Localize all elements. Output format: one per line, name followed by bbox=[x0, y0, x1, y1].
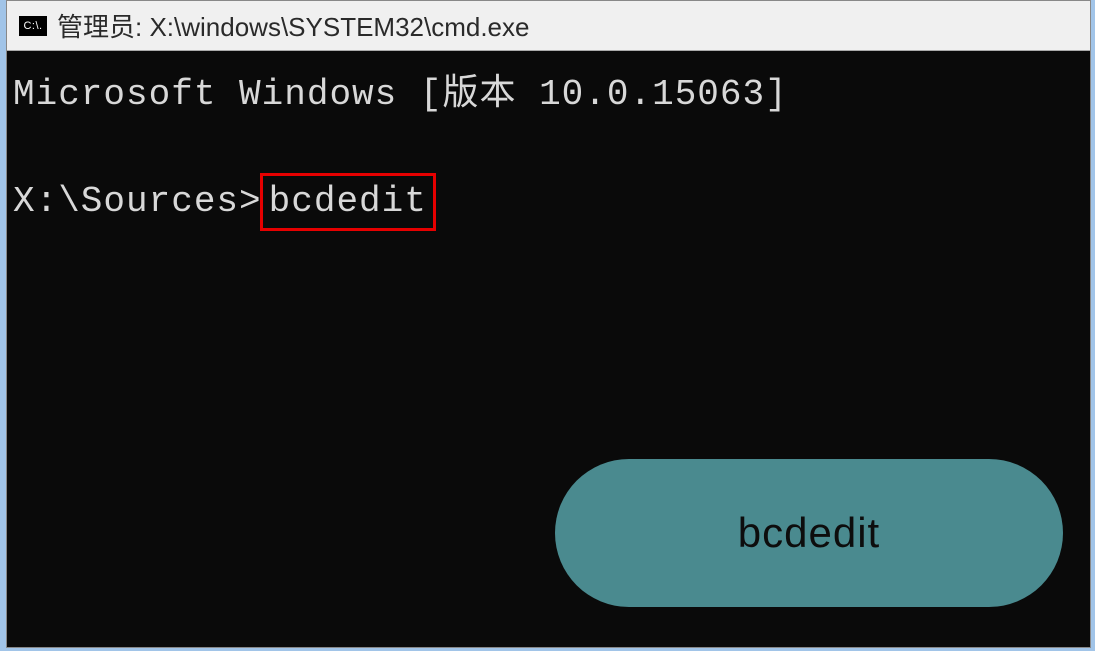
annotation-bubble: bcdedit bbox=[555, 459, 1063, 607]
terminal-area[interactable]: Microsoft Windows [版本 10.0.15063] X:\Sou… bbox=[7, 51, 1090, 647]
annotation-label: bcdedit bbox=[738, 503, 880, 564]
window-title: 管理员: X:\windows\SYSTEM32\cmd.exe bbox=[57, 7, 529, 44]
titlebar[interactable]: C:\. 管理员: X:\windows\SYSTEM32\cmd.exe bbox=[7, 1, 1090, 51]
prompt-text: X:\Sources> bbox=[13, 176, 262, 228]
version-line: Microsoft Windows [版本 10.0.15063] bbox=[7, 69, 1090, 121]
cmd-icon: C:\. bbox=[19, 16, 47, 36]
prompt-line: X:\Sources>bcdedit bbox=[7, 173, 1090, 231]
command-text: bcdedit bbox=[260, 173, 436, 231]
cmd-window: C:\. 管理员: X:\windows\SYSTEM32\cmd.exe Mi… bbox=[6, 0, 1091, 648]
